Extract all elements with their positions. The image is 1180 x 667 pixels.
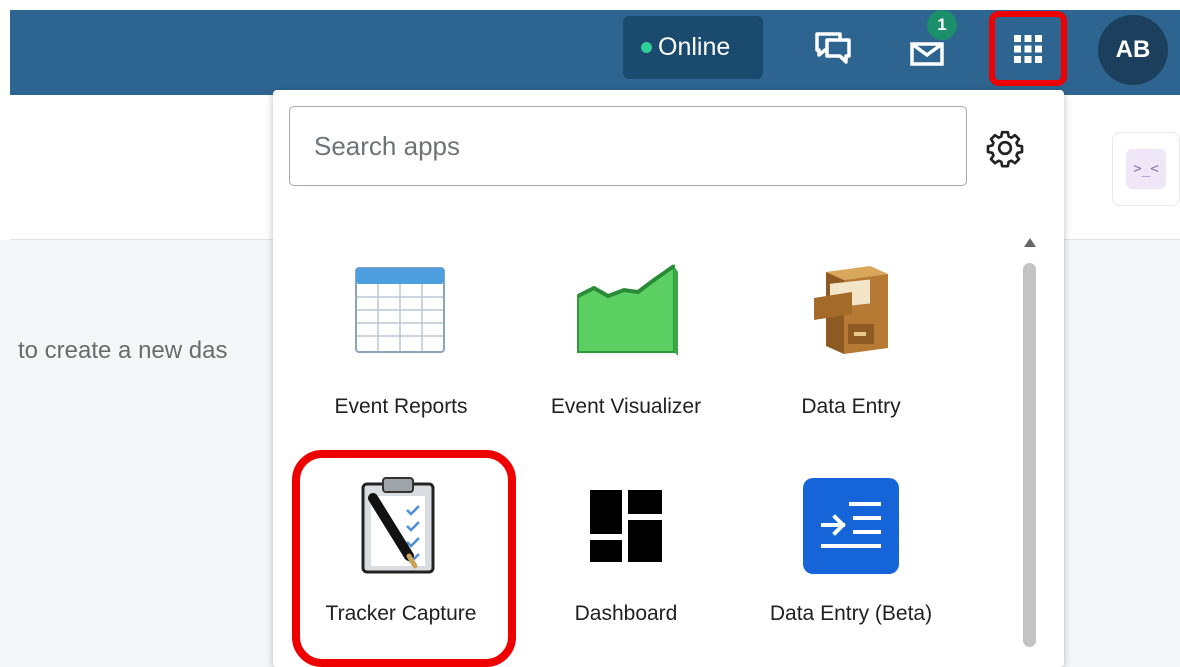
file-cabinet-icon [796, 255, 906, 365]
app-data-entry-beta[interactable]: Data Entry (Beta) [736, 470, 966, 667]
empty-dashboard-hint: to create a new das [18, 337, 228, 364]
status-dot [641, 42, 652, 53]
header-bar: Online 1 AB [10, 10, 1180, 95]
data-entry-beta-icon [796, 470, 906, 582]
face-icon: >_< [1126, 149, 1166, 189]
app-label: Event Reports [334, 395, 468, 418]
app-data-entry[interactable]: Data Entry [736, 255, 966, 455]
dashboard-blocks-icon [571, 470, 681, 582]
app-event-visualizer[interactable]: Event Visualizer [511, 255, 741, 455]
online-status[interactable]: Online [623, 16, 763, 79]
app-label: Dashboard [574, 602, 678, 625]
gear-icon[interactable] [983, 126, 1027, 170]
scroll-thumb[interactable] [1023, 263, 1036, 647]
menu-scrollbar[interactable] [1019, 235, 1041, 667]
app-label: Tracker Capture [325, 602, 477, 625]
app-label: Event Visualizer [550, 395, 702, 418]
notification-badge: 1 [927, 10, 957, 40]
search-apps-input[interactable] [289, 106, 967, 186]
scroll-up-arrow-icon[interactable] [1024, 238, 1036, 247]
area-chart-icon [571, 255, 681, 365]
app-label: Data Entry [801, 395, 901, 418]
app-tracker-capture[interactable]: Tracker Capture [286, 470, 516, 667]
status-label: Online [658, 33, 731, 61]
clipboard-pen-icon [346, 470, 456, 582]
apps-grid-icon [1014, 34, 1042, 63]
table-icon [346, 255, 456, 365]
app-event-reports[interactable]: Event Reports [286, 255, 516, 455]
apps-dropdown-menu: Event Reports Event Visualizer Data Entr [273, 90, 1064, 667]
app-dashboard[interactable]: Dashboard [511, 470, 741, 667]
side-action-button[interactable]: >_< [1112, 132, 1180, 206]
chat-icon[interactable] [810, 25, 856, 71]
user-avatar[interactable]: AB [1098, 15, 1168, 85]
apps-menu-button[interactable] [989, 11, 1067, 86]
app-label: Data Entry (Beta) [769, 602, 933, 625]
